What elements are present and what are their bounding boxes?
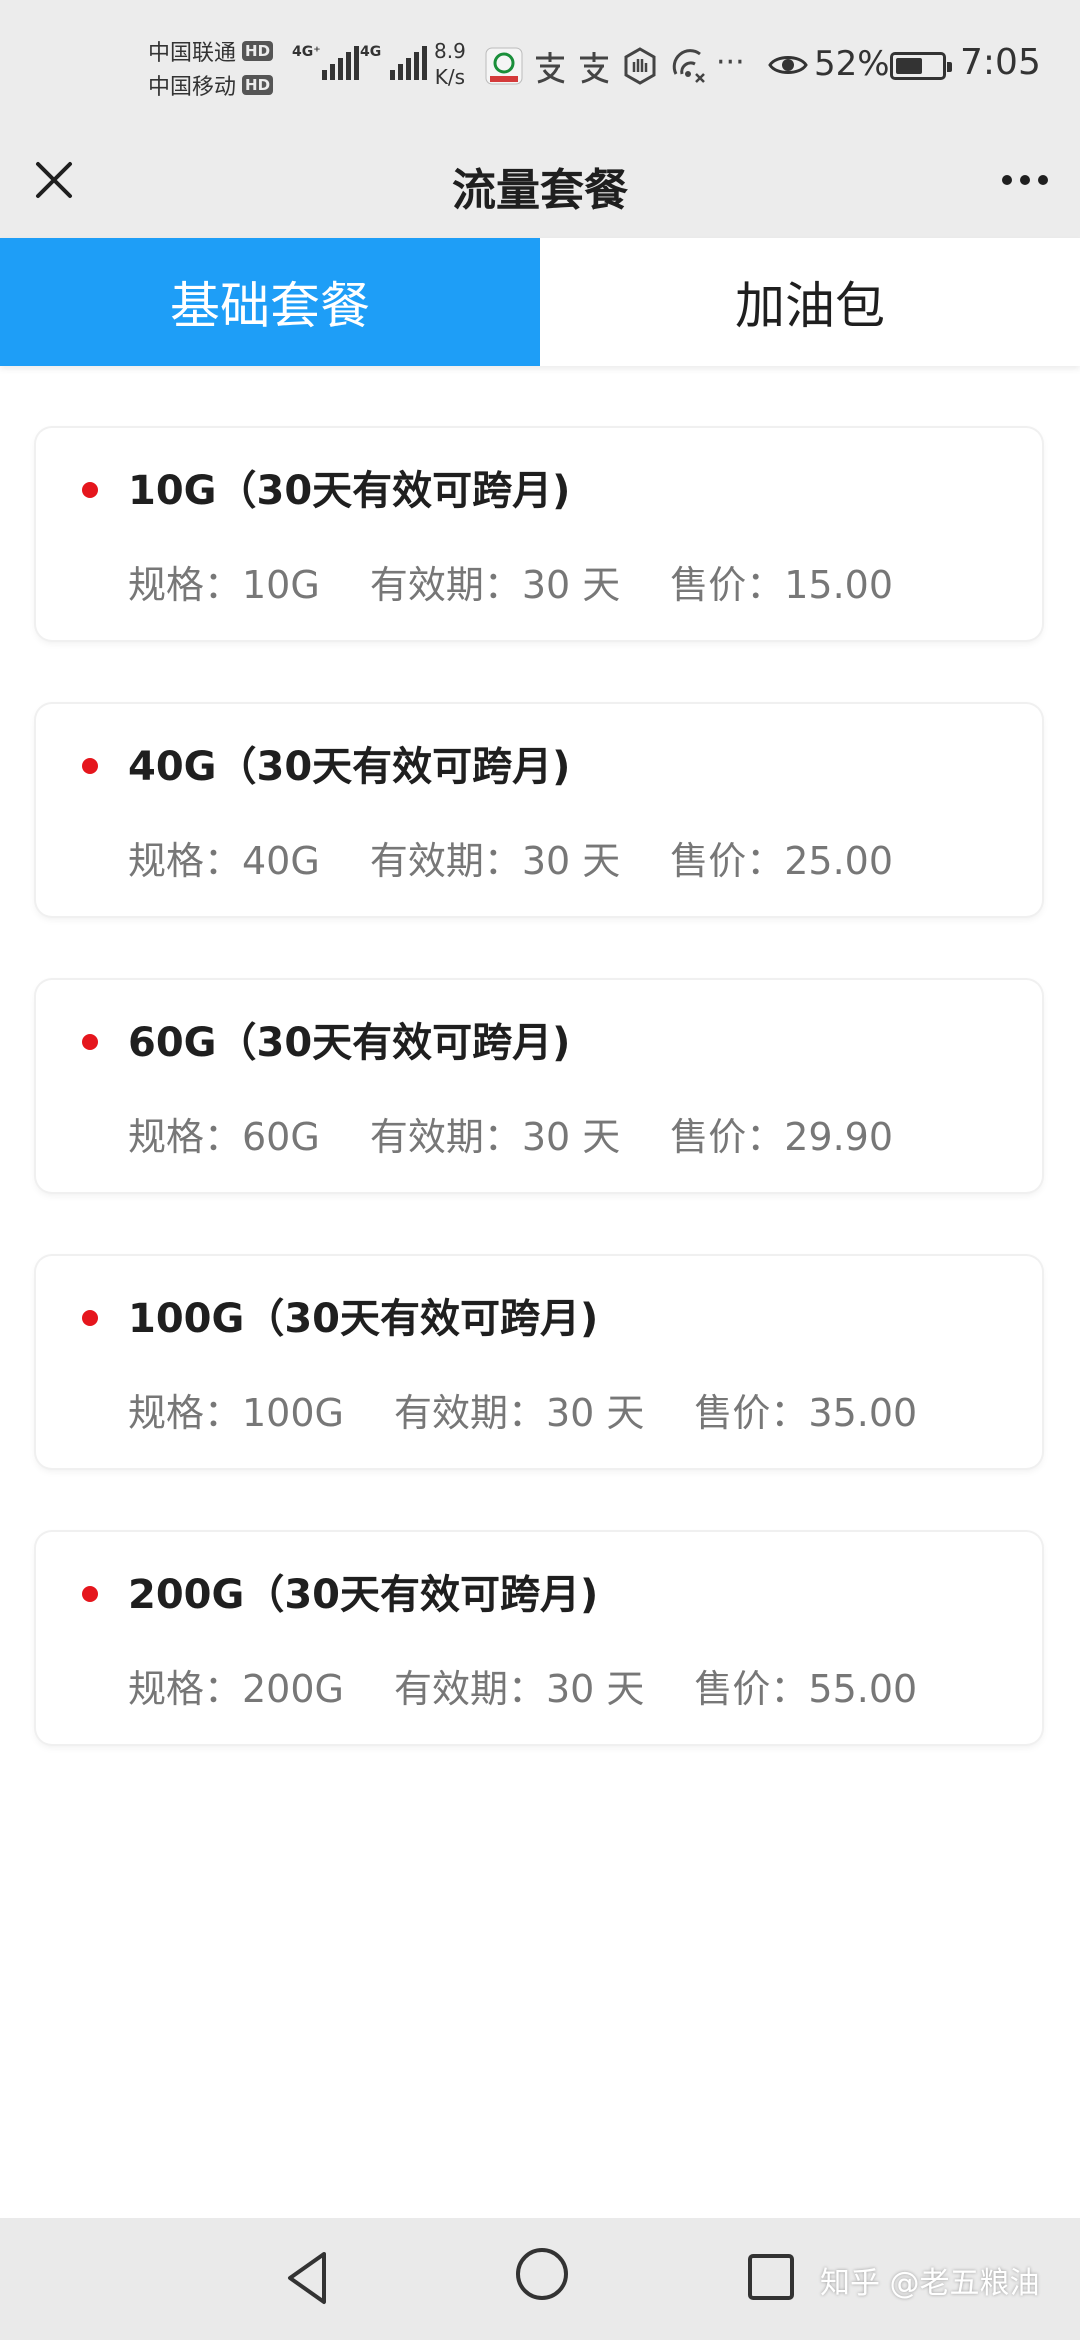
plan-price: 售价：29.90 (670, 1115, 894, 1159)
plan-card-100g[interactable]: 100G（30天有效可跨月) 规格：100G 有效期：30 天 售价：35.00 (36, 1256, 1042, 1468)
plan-title: 60G（30天有效可跨月) (128, 1020, 571, 1066)
plan-details: 规格：10G 有效期：30 天 售价：15.00 (128, 554, 943, 609)
plan-price: 售价：35.00 (694, 1391, 918, 1435)
plan-card-200g[interactable]: 200G（30天有效可跨月) 规格：200G 有效期：30 天 售价：55.00 (36, 1532, 1042, 1744)
carrier-mobile: 中国移动 (148, 75, 237, 100)
more-dot-icon (1038, 175, 1048, 185)
clock: 7:05 (960, 42, 1041, 83)
app-header: 流量套餐 (0, 130, 1080, 238)
more-dot-icon (1002, 175, 1012, 185)
system-nav-bar: 知乎 @老五粮油 (0, 2218, 1080, 2340)
plan-spec: 规格：60G (128, 1115, 320, 1159)
notification-icons: ··· (484, 46, 745, 86)
tab-bar: 基础套餐 加油包 (0, 238, 1080, 366)
plan-validity: 有效期：30 天 (393, 1667, 645, 1711)
home-circle-icon[interactable] (514, 2246, 570, 2302)
hd-badge: HD (242, 75, 274, 95)
plan-list: 10G（30天有效可跨月) 规格：10G 有效期：30 天 售价：15.00 4… (36, 428, 1042, 1808)
plan-details: 规格：100G 有效期：30 天 售价：35.00 (128, 1382, 967, 1437)
alipay-icon (536, 52, 565, 84)
page-title: 流量套餐 (452, 165, 628, 216)
status-bar: 中国联通 HD 中国移动 HD 4G⁺ 4G 8.9 K/s ··· 52% 7… (0, 0, 1080, 130)
signal-icon: 4G⁺ (292, 44, 359, 80)
plan-spec: 规格：40G (128, 839, 320, 883)
network-speed: 8.9 K/s (434, 39, 466, 89)
plan-price: 售价：15.00 (670, 563, 894, 607)
plan-price: 售价：25.00 (670, 839, 894, 883)
bullet-dot-icon (82, 482, 98, 498)
watermark: 知乎 @老五粮油 (820, 2266, 1040, 2301)
hd-badge: HD (242, 41, 274, 61)
china-mobile-app-icon (485, 47, 523, 85)
plan-title: 40G（30天有效可跨月) (128, 744, 571, 790)
signal-icon: 4G (360, 44, 427, 80)
plan-title: 100G（30天有效可跨月) (128, 1296, 599, 1342)
plan-card-40g[interactable]: 40G（30天有效可跨月) 规格：40G 有效期：30 天 售价：25.00 (36, 704, 1042, 916)
bullet-dot-icon (82, 758, 98, 774)
plan-validity: 有效期：30 天 (369, 839, 621, 883)
back-triangle-icon[interactable] (280, 2248, 340, 2308)
recent-apps-square-icon[interactable] (746, 2252, 796, 2302)
more-dot-icon (1020, 175, 1030, 185)
bullet-dot-icon (82, 1034, 98, 1050)
plan-validity: 有效期：30 天 (393, 1391, 645, 1435)
plan-validity: 有效期：30 天 (369, 563, 621, 607)
more-menu-button[interactable] (990, 150, 1060, 210)
tab-addon-pack[interactable]: 加油包 (540, 238, 1080, 366)
hotspot-off-icon (672, 49, 705, 83)
plan-spec: 规格：200G (128, 1667, 344, 1711)
carrier-unicom: 中国联通 (148, 41, 237, 66)
plan-details: 规格：40G 有效期：30 天 售价：25.00 (128, 830, 943, 885)
battery-icon (890, 52, 952, 80)
bullet-dot-icon (82, 1586, 98, 1602)
battery-percent: 52% (814, 44, 890, 84)
plan-validity: 有效期：30 天 (369, 1115, 621, 1159)
more-notifications: ··· (716, 45, 745, 80)
plan-spec: 规格：10G (128, 563, 320, 607)
plan-card-10g[interactable]: 10G（30天有效可跨月) 规格：10G 有效期：30 天 售价：15.00 (36, 428, 1042, 640)
alipay-icon (580, 52, 609, 84)
plan-details: 规格：200G 有效期：30 天 售价：55.00 (128, 1658, 967, 1713)
carrier-info: 中国联通 HD 中国移动 HD (148, 34, 288, 102)
plan-title: 200G（30天有效可跨月) (128, 1572, 599, 1618)
plan-title: 10G（30天有效可跨月) (128, 468, 571, 514)
bullet-dot-icon (82, 1310, 98, 1326)
hand-shield-icon (624, 47, 656, 85)
plan-details: 规格：60G 有效期：30 天 售价：29.90 (128, 1106, 943, 1161)
plan-card-60g[interactable]: 60G（30天有效可跨月) 规格：60G 有效期：30 天 售价：29.90 (36, 980, 1042, 1192)
tab-basic-plan[interactable]: 基础套餐 (0, 238, 540, 366)
plan-spec: 规格：100G (128, 1391, 344, 1435)
plan-price: 售价：55.00 (694, 1667, 918, 1711)
eye-comfort-icon (768, 56, 808, 74)
